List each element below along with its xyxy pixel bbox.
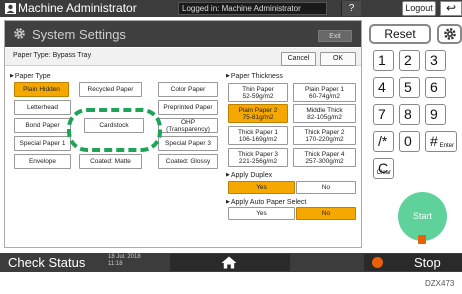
thickness-range: 60-74g/m2 xyxy=(308,92,341,100)
key-8[interactable]: 8 xyxy=(399,104,420,125)
paper-type-envelope[interactable]: Envelope xyxy=(14,154,71,169)
key-enter[interactable]: # Enter xyxy=(425,131,457,152)
paper-type-bond[interactable]: Bond Paper xyxy=(14,118,71,133)
paper-type-coated-matte[interactable]: Coated: Matte xyxy=(79,154,142,169)
thickness-thick-paper-2[interactable]: Thick Paper 2 170-220g/m2 xyxy=(293,126,356,145)
gear-icon xyxy=(14,28,25,39)
help-icon[interactable]: ? xyxy=(341,1,361,16)
exit-button[interactable]: Exit xyxy=(318,30,352,42)
duplex-yes-button[interactable]: Yes xyxy=(228,181,295,194)
back-arrow-icon[interactable]: ↩ xyxy=(440,1,462,16)
check-status-button[interactable]: Check Status xyxy=(8,255,85,270)
thickness-name: Middle Thick xyxy=(306,106,343,114)
page-title: System Settings xyxy=(32,27,126,42)
gear-icon xyxy=(444,28,456,40)
key-9[interactable]: 9 xyxy=(425,104,446,125)
thickness-name: Thick Paper 2 xyxy=(304,128,345,136)
paper-type-label: Paper Type xyxy=(10,73,51,80)
paper-thickness-label: Paper Thickness xyxy=(226,73,283,80)
paper-type-ohp[interactable]: OHP (Transparency) xyxy=(158,118,218,133)
key-3[interactable]: 3 xyxy=(425,50,446,71)
apply-auto-paper-label: Apply Auto Paper Select xyxy=(226,199,307,206)
thickness-range: 106-169g/m2 xyxy=(238,135,278,143)
start-label: Start xyxy=(412,211,432,221)
thickness-thick-paper-3[interactable]: Thick Paper 3 221-256g/m2 xyxy=(228,148,288,167)
thickness-name: Plain Paper 1 xyxy=(304,85,345,93)
key-6[interactable]: 6 xyxy=(425,77,446,98)
clear-label: Clear xyxy=(376,170,391,176)
thickness-plain-paper-1[interactable]: Plain Paper 1 60-74g/m2 xyxy=(293,83,356,102)
time: 11:18 xyxy=(108,261,123,267)
thickness-range: 257-300g/m2 xyxy=(305,157,344,165)
enter-label: Enter xyxy=(439,143,454,149)
thickness-range: 170-220g/m2 xyxy=(305,135,344,143)
paper-type-preprinted[interactable]: Preprinted Paper xyxy=(158,100,218,115)
reset-button[interactable]: Reset xyxy=(369,24,431,44)
key-7[interactable]: 7 xyxy=(373,104,394,125)
paper-type-color[interactable]: Color Paper xyxy=(158,82,218,97)
clear-button[interactable]: C Clear xyxy=(373,158,394,179)
apply-duplex-label: Apply Duplex xyxy=(226,172,272,179)
stop-indicator-icon xyxy=(372,257,383,268)
user-icon xyxy=(5,3,16,14)
thickness-name: Thick Paper 1 xyxy=(237,128,279,136)
login-status: Logged in: Machine Administrator xyxy=(182,4,301,13)
cardstock-highlight xyxy=(67,108,162,152)
cancel-button[interactable]: Cancel xyxy=(281,52,316,66)
thickness-thin-paper[interactable]: Thin Paper 52-59g/m2 xyxy=(228,83,288,102)
setting-title: Paper Type: Bypass Tray xyxy=(13,52,92,59)
figure-code: DZX473 xyxy=(425,279,455,288)
key-0[interactable]: 0 xyxy=(399,131,420,152)
key-2[interactable]: 2 xyxy=(399,50,420,71)
ok-button[interactable]: OK xyxy=(320,52,356,66)
user-name: Machine Administrator xyxy=(18,1,137,15)
key-hash: # xyxy=(430,133,438,149)
key-1[interactable]: 1 xyxy=(373,50,394,71)
paper-type-special-3[interactable]: Special Paper 3 xyxy=(158,136,218,151)
key-asterisk[interactable]: /* xyxy=(373,131,394,152)
paper-type-letterhead[interactable]: Letterhead xyxy=(14,100,71,115)
thickness-middle-thick[interactable]: Middle Thick 82-105g/m2 xyxy=(293,104,356,123)
paper-type-plain-hidden[interactable]: Plain Hidden xyxy=(14,82,69,97)
thickness-name: Thick Paper 3 xyxy=(237,150,279,158)
thickness-name: Plain Paper 2 xyxy=(238,106,278,114)
thickness-thick-paper-1[interactable]: Thick Paper 1 106-169g/m2 xyxy=(228,126,288,145)
auto-paper-no-button[interactable]: No xyxy=(296,207,356,220)
thickness-name: Thick Paper 4 xyxy=(304,150,345,158)
start-indicator-icon xyxy=(418,235,426,244)
thickness-range: 75-81g/m2 xyxy=(242,113,274,121)
logout-button[interactable]: Logout xyxy=(402,1,436,16)
stop-label: Stop xyxy=(414,255,441,270)
duplex-no-button[interactable]: No xyxy=(296,181,356,194)
thickness-range: 221-256g/m2 xyxy=(238,157,278,165)
thickness-range: 82-105g/m2 xyxy=(307,113,342,121)
key-5[interactable]: 5 xyxy=(399,77,420,98)
settings-button[interactable] xyxy=(437,24,462,44)
thickness-range: 52-59g/m2 xyxy=(242,92,274,100)
clock: 18 Jul. 2018 11:18 xyxy=(108,254,141,268)
key-4[interactable]: 4 xyxy=(373,77,394,98)
auto-paper-yes-button[interactable]: Yes xyxy=(228,207,295,220)
paper-type-special-1[interactable]: Special Paper 1 xyxy=(14,136,71,151)
paper-type-recycled[interactable]: Recycled Paper xyxy=(79,82,142,97)
date: 18 Jul. 2018 xyxy=(108,254,141,260)
thickness-plain-paper-2[interactable]: Plain Paper 2 75-81g/m2 xyxy=(228,104,288,123)
thickness-thick-paper-4[interactable]: Thick Paper 4 257-300g/m2 xyxy=(293,148,356,167)
thickness-name: Thin Paper xyxy=(242,85,274,93)
paper-type-coated-glossy[interactable]: Coated: Glossy xyxy=(158,154,218,169)
home-icon xyxy=(221,256,237,269)
